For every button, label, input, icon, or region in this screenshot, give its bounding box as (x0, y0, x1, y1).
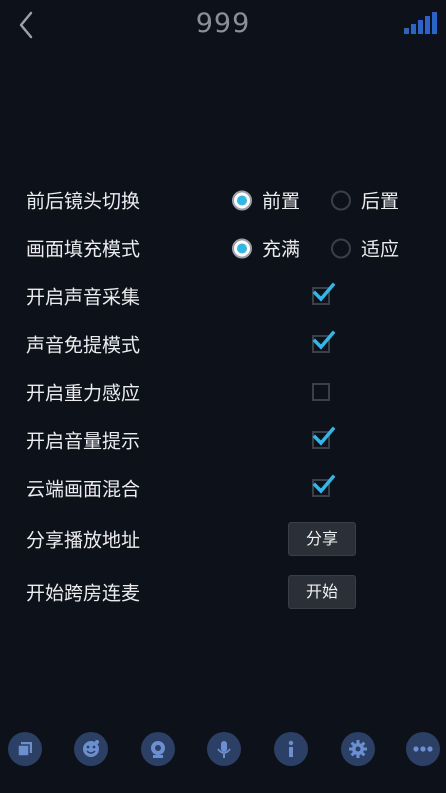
rear-camera-label: 后置 (361, 190, 400, 213)
share-label: 分享播放地址 (26, 529, 141, 551)
fill-full-radio[interactable]: 充满 (232, 235, 300, 262)
beauty-icon[interactable] (74, 732, 108, 766)
audio-capture-row: 开启声音采集 (0, 272, 446, 320)
cloud-mix-label: 云端画面混合 (26, 478, 141, 501)
pk-row: 开始跨房连麦 开始 (0, 565, 446, 618)
handsfree-row: 声音免提模式 (0, 320, 446, 368)
checkmark-icon (312, 282, 336, 302)
radio-unchecked-icon (331, 190, 351, 210)
handsfree-checkbox[interactable] (311, 330, 336, 355)
radio-unchecked-icon (331, 238, 351, 258)
camera-icon[interactable] (141, 732, 175, 766)
checkmark-icon (312, 474, 336, 494)
handsfree-label: 声音免提模式 (26, 334, 141, 357)
volume-hint-row: 开启音量提示 (0, 416, 446, 464)
audio-capture-label: 开启声音采集 (26, 286, 141, 309)
camera-switch-label: 前后镜头切换 (26, 190, 141, 213)
camera-switch-row: 前后镜头切换 前置 后置 (0, 176, 446, 224)
settings-icon[interactable] (341, 732, 375, 766)
fill-full-label: 充满 (262, 238, 301, 261)
bottom-toolbar (0, 732, 446, 768)
more-icon[interactable] (406, 732, 440, 766)
rear-camera-radio[interactable]: 后置 (331, 187, 399, 214)
share-button[interactable]: 分享 (288, 521, 356, 556)
cloud-mix-checkbox[interactable] (311, 474, 336, 499)
page-title: 999 (195, 8, 251, 39)
signal-strength-icon (404, 12, 444, 34)
gravity-label: 开启重力感应 (26, 382, 141, 405)
volume-hint-checkbox[interactable] (311, 426, 336, 451)
fill-mode-label: 画面填充模式 (26, 238, 141, 261)
fill-fit-radio[interactable]: 适应 (331, 235, 399, 262)
cloud-mix-row: 云端画面混合 (0, 464, 446, 512)
settings-list: 前后镜头切换 前置 后置 画面填充模式 充满 适应 开启声音采集 声音免提模式 … (0, 176, 446, 618)
start-button[interactable]: 开始 (288, 574, 356, 609)
header: 999 (0, 0, 446, 52)
volume-hint-label: 开启音量提示 (26, 430, 141, 453)
front-camera-radio[interactable]: 前置 (232, 187, 300, 214)
gravity-checkbox[interactable] (311, 381, 333, 403)
pk-label: 开始跨房连麦 (26, 582, 141, 604)
fill-mode-row: 画面填充模式 充满 适应 (0, 224, 446, 272)
gravity-row: 开启重力感应 (0, 368, 446, 416)
radio-checked-icon (232, 238, 252, 258)
front-camera-label: 前置 (262, 190, 301, 213)
audio-capture-checkbox[interactable] (311, 282, 336, 307)
checkmark-icon (312, 330, 336, 350)
radio-checked-icon (232, 190, 252, 210)
checkmark-icon (312, 426, 336, 446)
share-row: 分享播放地址 分享 (0, 512, 446, 565)
fill-fit-label: 适应 (361, 238, 400, 261)
info-icon[interactable] (274, 732, 308, 766)
screen-icon[interactable] (8, 732, 42, 766)
microphone-icon[interactable] (207, 732, 241, 766)
